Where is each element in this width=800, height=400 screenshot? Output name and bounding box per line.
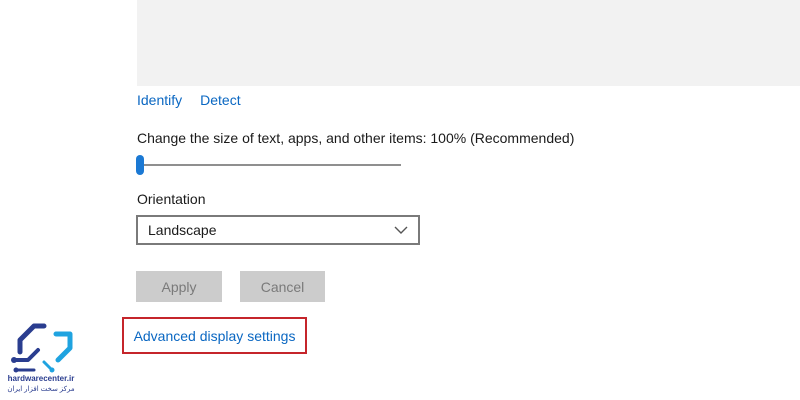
slider-track[interactable] <box>137 164 401 166</box>
identify-detect-row: Identify Detect <box>137 92 241 108</box>
advanced-display-settings-link[interactable]: Advanced display settings <box>134 328 296 344</box>
chevron-down-icon <box>394 226 408 234</box>
orientation-value: Landscape <box>148 222 217 238</box>
detect-link[interactable]: Detect <box>200 92 240 108</box>
identify-link[interactable]: Identify <box>137 92 182 108</box>
scale-label: Change the size of text, apps, and other… <box>137 130 575 146</box>
watermark-site: hardwarecenter.ir <box>7 374 75 383</box>
orientation-label: Orientation <box>137 191 206 207</box>
scale-slider[interactable] <box>136 154 401 176</box>
monitor-preview-area[interactable] <box>137 0 800 86</box>
watermark-tagline: مرکز سخت افزار ایران <box>7 386 75 393</box>
advanced-settings-highlight: Advanced display settings <box>122 317 307 354</box>
orientation-dropdown[interactable]: Landscape <box>136 215 420 245</box>
apply-button[interactable]: Apply <box>136 271 222 302</box>
display-settings-page: Identify Detect Change the size of text,… <box>0 0 800 400</box>
slider-thumb[interactable] <box>136 155 144 175</box>
cancel-button[interactable]: Cancel <box>240 271 325 302</box>
